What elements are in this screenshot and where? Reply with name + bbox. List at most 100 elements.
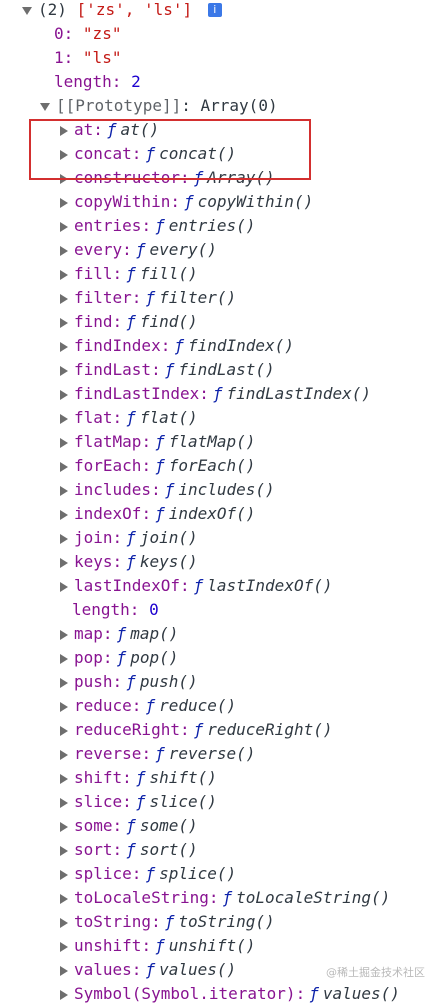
function-symbol: ƒ xyxy=(135,240,146,259)
method-row[interactable]: reverse: ƒ reverse() xyxy=(60,742,255,766)
expand-triangle-icon[interactable] xyxy=(60,245,68,256)
method-signature: shift() xyxy=(149,768,217,787)
prototype-row[interactable]: [[Prototype]]: Array(0) xyxy=(40,94,278,118)
method-key: map xyxy=(74,624,103,643)
method-row[interactable]: findLast: ƒ findLast() xyxy=(60,358,275,382)
method-signature: every() xyxy=(149,240,217,259)
expand-triangle-icon[interactable] xyxy=(60,485,68,496)
method-row[interactable]: some: ƒ some() xyxy=(60,814,198,838)
expand-triangle-icon[interactable] xyxy=(60,629,68,640)
method-row[interactable]: lastIndexOf: ƒ lastIndexOf() xyxy=(60,574,332,598)
expand-triangle-icon[interactable] xyxy=(60,989,68,1000)
expand-triangle-icon[interactable] xyxy=(60,293,68,304)
expand-triangle-icon[interactable] xyxy=(60,557,68,568)
method-key: lastIndexOf xyxy=(74,576,180,595)
expand-triangle-icon[interactable] xyxy=(60,581,68,592)
method-row[interactable]: flat: ƒ flat() xyxy=(60,406,198,430)
method-row[interactable]: values: ƒ values() xyxy=(60,958,236,982)
function-symbol: ƒ xyxy=(183,192,194,211)
method-row[interactable]: splice: ƒ splice() xyxy=(60,862,236,886)
method-row[interactable]: find: ƒ find() xyxy=(60,310,198,334)
method-row[interactable]: reduceRight: ƒ reduceRight() xyxy=(60,718,332,742)
method-row[interactable]: Symbol(Symbol.iterator): ƒ values() xyxy=(60,982,400,1006)
colon: : xyxy=(63,24,74,43)
expand-triangle-icon[interactable] xyxy=(60,221,68,232)
expand-triangle-icon[interactable] xyxy=(60,941,68,952)
method-signature: toString() xyxy=(178,912,275,931)
method-row[interactable]: filter: ƒ filter() xyxy=(60,286,236,310)
method-row[interactable]: copyWithin: ƒ copyWithin() xyxy=(60,190,313,214)
function-symbol: ƒ xyxy=(212,384,223,403)
method-row[interactable]: entries: ƒ entries() xyxy=(60,214,255,238)
expand-triangle-icon[interactable] xyxy=(60,677,68,688)
method-row[interactable]: map: ƒ map() xyxy=(60,622,178,646)
expand-triangle-icon[interactable] xyxy=(60,413,68,424)
colon: : xyxy=(102,648,113,667)
colon: : xyxy=(112,408,123,427)
method-row[interactable]: sort: ƒ sort() xyxy=(60,838,198,862)
method-signature: flatMap() xyxy=(168,432,256,451)
array-header-row[interactable]: (2) ['zs', 'ls'] i xyxy=(22,0,222,22)
method-row[interactable]: includes: ƒ includes() xyxy=(60,478,275,502)
array-preview: ['zs', 'ls'] xyxy=(76,0,193,19)
expand-triangle-icon[interactable] xyxy=(60,965,68,976)
method-key: find xyxy=(74,312,113,331)
method-row[interactable]: slice: ƒ slice() xyxy=(60,790,217,814)
expand-triangle-icon[interactable] xyxy=(60,317,68,328)
expand-triangle-icon[interactable] xyxy=(60,917,68,928)
expand-triangle-icon[interactable] xyxy=(60,845,68,856)
expand-triangle-icon[interactable] xyxy=(60,821,68,832)
method-row[interactable]: keys: ƒ keys() xyxy=(60,550,198,574)
expand-triangle-icon[interactable] xyxy=(60,749,68,760)
method-key: every xyxy=(74,240,123,259)
colon: : xyxy=(112,552,123,571)
method-row[interactable]: toLocaleString: ƒ toLocaleString() xyxy=(60,886,390,910)
colon: : xyxy=(111,72,122,91)
method-row[interactable]: unshift: ƒ unshift() xyxy=(60,934,255,958)
colon: : xyxy=(122,768,132,787)
expand-triangle-icon[interactable] xyxy=(60,269,68,280)
expand-triangle-icon[interactable] xyxy=(60,797,68,808)
method-row[interactable]: flatMap: ƒ flatMap() xyxy=(60,430,255,454)
expand-triangle-icon[interactable] xyxy=(60,341,68,352)
expand-triangle-icon[interactable] xyxy=(60,389,68,400)
expand-triangle-icon[interactable] xyxy=(60,509,68,520)
method-signature: find() xyxy=(139,312,198,331)
method-key: toString xyxy=(74,912,152,931)
method-row[interactable]: push: ƒ push() xyxy=(60,670,198,694)
function-symbol: ƒ xyxy=(116,624,127,643)
expand-triangle-icon[interactable] xyxy=(40,102,50,111)
colon: : xyxy=(151,360,161,379)
method-row[interactable]: toString: ƒ toString() xyxy=(60,910,275,934)
highlight-box xyxy=(29,119,311,180)
expand-triangle-icon[interactable] xyxy=(60,773,68,784)
expand-triangle-icon[interactable] xyxy=(60,461,68,472)
method-row[interactable]: reduce: ƒ reduce() xyxy=(60,694,236,718)
function-symbol: ƒ xyxy=(164,360,175,379)
method-row[interactable]: join: ƒ join() xyxy=(60,526,198,550)
method-row[interactable]: findLastIndex: ƒ findLastIndex() xyxy=(60,382,371,406)
expand-triangle-icon[interactable] xyxy=(60,365,68,376)
expand-triangle-icon[interactable] xyxy=(60,701,68,712)
method-row[interactable]: shift: ƒ shift() xyxy=(60,766,217,790)
expand-triangle-icon[interactable] xyxy=(60,725,68,736)
expand-triangle-icon[interactable] xyxy=(60,533,68,544)
expand-triangle-icon[interactable] xyxy=(60,197,68,208)
method-key: fill xyxy=(74,264,113,283)
method-signature: splice() xyxy=(159,864,237,883)
method-key: entries xyxy=(74,216,142,235)
expand-triangle-icon[interactable] xyxy=(60,437,68,448)
method-row[interactable]: indexOf: ƒ indexOf() xyxy=(60,502,255,526)
method-row[interactable]: pop: ƒ pop() xyxy=(60,646,178,670)
expand-triangle-icon[interactable] xyxy=(60,653,68,664)
expand-triangle-icon[interactable] xyxy=(60,893,68,904)
method-row[interactable]: forEach: ƒ forEach() xyxy=(60,454,255,478)
colon: : xyxy=(208,888,219,907)
info-icon[interactable]: i xyxy=(207,3,222,17)
expand-triangle-icon[interactable] xyxy=(60,869,68,880)
expand-triangle-icon[interactable] xyxy=(22,6,32,15)
method-row[interactable]: findIndex: ƒ findIndex() xyxy=(60,334,294,358)
method-row[interactable]: fill: ƒ fill() xyxy=(60,262,198,286)
method-signature: findIndex() xyxy=(187,336,294,355)
method-row[interactable]: every: ƒ every() xyxy=(60,238,217,262)
